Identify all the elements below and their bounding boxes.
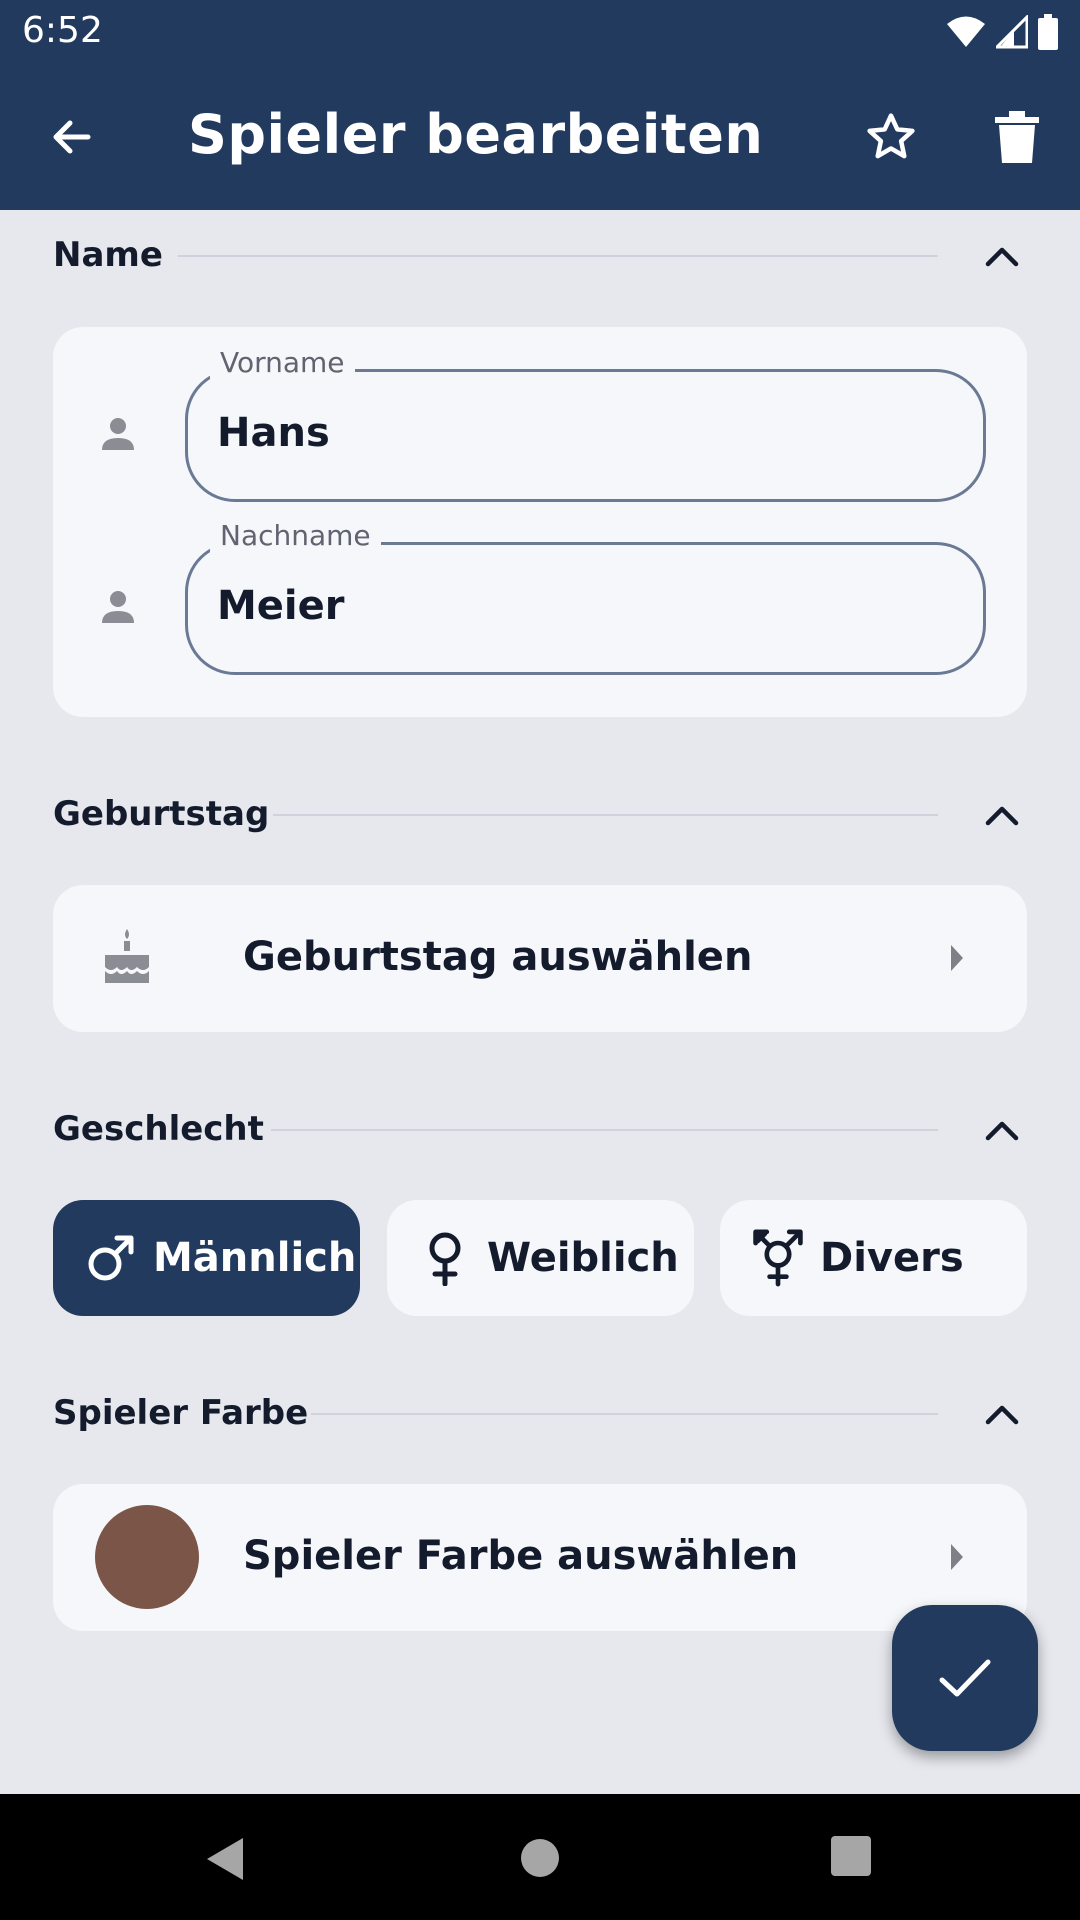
section-header-gender[interactable]: Geschlecht [53,1099,1035,1159]
nav-back-icon[interactable] [205,1836,245,1882]
section-header-color[interactable]: Spieler Farbe [53,1383,1035,1443]
divider [311,1413,938,1415]
cake-icon [105,929,149,983]
chevron-up-icon [985,247,1019,267]
collapse-button[interactable] [979,1391,1025,1437]
section-label: Geburtstag [53,794,270,834]
birthday-select-label: Geburtstag auswählen [243,934,753,980]
divider [271,1129,938,1131]
arrow-back-icon [53,120,91,154]
first-name-field[interactable]: Vorname Hans [185,346,986,502]
favorite-button[interactable] [856,105,926,169]
nav-recent-apps-icon[interactable] [831,1836,871,1876]
app-bar: Spieler bearbeiten [0,63,1080,210]
back-button[interactable] [40,105,104,169]
chip-label: Weiblich [487,1235,679,1281]
field-value[interactable]: Hans [217,410,330,456]
chip-label: Männlich [153,1235,357,1281]
color-swatch [95,1505,199,1609]
section-label: Name [53,235,163,275]
last-name-field[interactable]: Nachname Meier [185,519,986,675]
status-bar: 6:52 [0,0,1080,63]
section-header-name[interactable]: Name [53,225,1035,285]
female-icon [417,1230,473,1286]
star-icon [867,113,915,159]
field-label: Nachname [210,519,381,552]
field-label: Vorname [210,346,355,379]
birthday-row[interactable]: Geburtstag auswählen [53,885,1027,1032]
page-title: Spieler bearbeiten [188,103,764,166]
collapse-button[interactable] [979,792,1025,838]
chevron-up-icon [985,1405,1019,1425]
person-icon [102,591,134,623]
chip-label: Divers [820,1235,964,1281]
gender-chip-male[interactable]: Männlich [53,1200,360,1316]
color-select-label: Spieler Farbe auswählen [243,1533,799,1579]
collapse-button[interactable] [979,1107,1025,1153]
delete-button[interactable] [982,105,1052,169]
person-icon [102,418,134,450]
section-label: Geschlecht [53,1109,264,1149]
color-row[interactable]: Spieler Farbe auswählen [53,1484,1027,1631]
name-card: Vorname Hans Nachname Meier [53,327,1027,717]
transgender-icon [750,1229,806,1287]
chevron-up-icon [985,806,1019,826]
gender-chip-diverse[interactable]: Divers [720,1200,1027,1316]
section-header-birthday[interactable]: Geburtstag [53,784,1035,844]
male-icon [83,1230,139,1286]
status-time: 6:52 [22,10,103,51]
arrow-right-icon [951,945,963,971]
battery-icon [1038,14,1058,50]
nav-home-icon[interactable] [521,1839,559,1877]
collapse-button[interactable] [979,233,1025,279]
arrow-right-icon [951,1544,963,1570]
wifi-icon [947,16,985,47]
section-label: Spieler Farbe [53,1393,309,1433]
trash-icon [995,111,1039,163]
gender-chip-female[interactable]: Weiblich [387,1200,694,1316]
signal-icon [996,15,1028,49]
divider [273,814,938,816]
divider [178,255,938,257]
chevron-up-icon [985,1121,1019,1141]
status-icons [946,14,1058,50]
check-icon [939,1659,991,1697]
save-fab-button[interactable] [892,1605,1038,1751]
field-value[interactable]: Meier [217,583,345,629]
